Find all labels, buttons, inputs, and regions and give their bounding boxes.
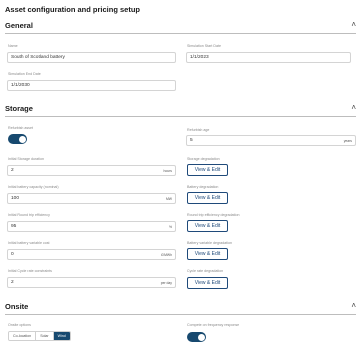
- refurbish-toggle[interactable]: [8, 134, 27, 144]
- onsite-option-wind[interactable]: Wind: [53, 332, 70, 340]
- variable-cost-value: 0: [11, 252, 14, 258]
- refurbish-label: Refurbish asset: [8, 126, 33, 130]
- general-section-header[interactable]: General ˄: [5, 20, 356, 33]
- name-value: South of Scotland battery: [11, 55, 65, 61]
- onsite-option-solar[interactable]: Solar: [36, 332, 54, 340]
- capacity-label: Initial battery capacity (nominal): [8, 185, 59, 189]
- chevron-up-icon[interactable]: ˄: [351, 301, 356, 310]
- efficiency-label: Initial Round trip efficiency: [8, 213, 50, 217]
- frequency-response-toggle[interactable]: [187, 332, 206, 342]
- refurbish-age-value: 5: [190, 138, 193, 144]
- storage-degradation-view-edit-button[interactable]: View & Edit: [187, 164, 228, 176]
- duration-label: Initial Storage duration: [8, 157, 44, 161]
- capacity-unit: MW: [165, 197, 172, 201]
- variable-cost-field[interactable]: 0 £/MWh: [7, 249, 176, 260]
- battery-degradation-label: Battery degradation: [187, 185, 219, 189]
- onsite-options-label: Onsite options: [8, 323, 31, 327]
- chevron-up-icon[interactable]: ˄: [351, 103, 356, 112]
- general-section-title: General: [5, 21, 33, 30]
- cycle-degradation-label: Cycle rate degradation: [187, 269, 224, 273]
- end-date-field[interactable]: 1/1/2030: [7, 80, 176, 91]
- variable-cost-label: Initial battery variable cost: [8, 241, 50, 245]
- cycle-value: 2: [11, 280, 14, 286]
- page-title: Asset configuration and pricing setup: [5, 5, 141, 14]
- variable-degradation-label: Battery variable degradation: [187, 241, 232, 245]
- efficiency-degradation-label: Round trip efficiency degradation: [187, 213, 240, 217]
- section-divider: [5, 33, 356, 34]
- toggle-knob: [18, 135, 26, 143]
- onsite-section-header[interactable]: Onsite ˄: [5, 301, 356, 314]
- capacity-field[interactable]: 100 MW: [7, 193, 176, 204]
- duration-unit: hours: [163, 169, 172, 173]
- refurbish-age-label: Refurbish age: [187, 128, 210, 132]
- toggle-knob: [197, 333, 205, 341]
- duration-field[interactable]: 2 hours: [7, 165, 176, 176]
- end-date-value: 1/1/2030: [11, 83, 30, 89]
- variable-cost-unit: £/MWh: [161, 253, 172, 257]
- efficiency-field[interactable]: 95 %: [7, 221, 176, 232]
- refurbish-age-unit: years: [343, 139, 352, 143]
- storage-section-header[interactable]: Storage ˄: [5, 103, 356, 116]
- cycle-field[interactable]: 2 per day: [7, 277, 176, 288]
- capacity-value: 100: [11, 196, 20, 202]
- refurbish-age-field[interactable]: 5 years: [186, 135, 356, 146]
- name-field[interactable]: South of Scotland battery: [7, 52, 176, 63]
- variable-degradation-view-edit-button[interactable]: View & Edit: [187, 248, 228, 260]
- onsite-section-title: Onsite: [5, 302, 29, 311]
- duration-value: 2: [11, 168, 14, 174]
- section-divider: [5, 116, 356, 117]
- storage-section-title: Storage: [5, 104, 33, 113]
- cycle-degradation-view-edit-button[interactable]: View & Edit: [187, 277, 228, 289]
- end-date-label: Simulation End Date: [8, 72, 41, 76]
- efficiency-degradation-view-edit-button[interactable]: View & Edit: [187, 220, 228, 232]
- battery-degradation-view-edit-button[interactable]: View & Edit: [187, 192, 228, 204]
- name-label: Name: [8, 44, 18, 48]
- start-date-value: 1/1/2023: [190, 55, 209, 61]
- onsite-option-co-location[interactable]: Co-location: [9, 332, 37, 340]
- storage-degradation-label: Storage degradation: [187, 157, 220, 161]
- chevron-up-icon[interactable]: ˄: [351, 20, 356, 29]
- frequency-response-label: Compete on frequency response: [187, 323, 240, 327]
- efficiency-value: 95: [11, 224, 17, 230]
- start-date-field[interactable]: 1/1/2023: [186, 52, 351, 63]
- start-date-label: Simulation Start Date: [187, 44, 221, 48]
- cycle-unit: per day: [160, 281, 172, 285]
- onsite-options-segmented-control[interactable]: Co-location Solar Wind: [8, 331, 71, 341]
- efficiency-unit: %: [168, 225, 172, 229]
- cycle-label: Initial Cycle rate constraints: [8, 269, 52, 273]
- section-divider: [5, 314, 356, 315]
